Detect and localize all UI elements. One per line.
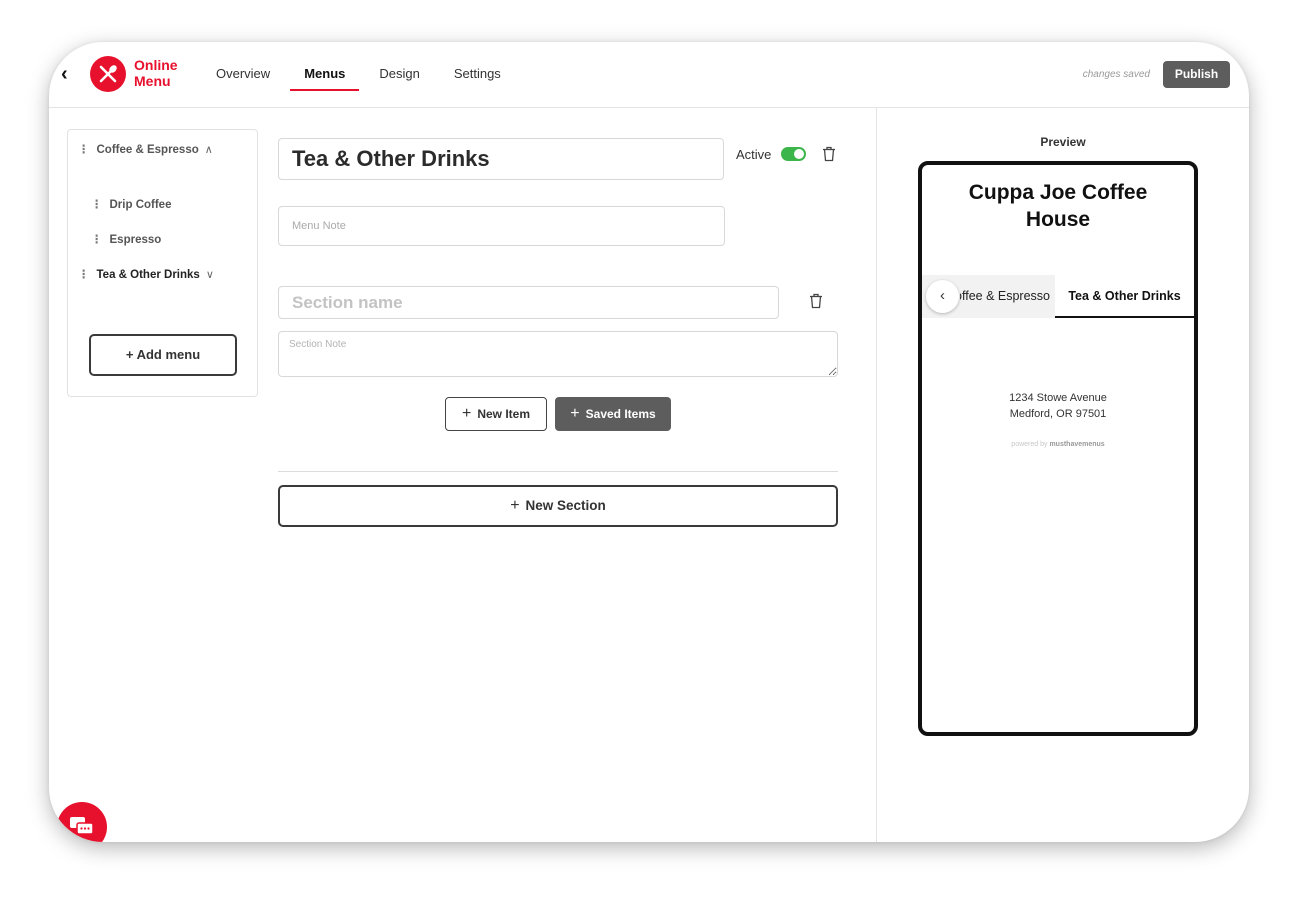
preview-menu-tabs: Coffee & Espresso Tea & Other Drinks ‹ (922, 275, 1194, 318)
menu-list-sidebar: ⋮ Coffee & Espresso ∧ ⋮ Drip Coffee ⋮ Espres… (67, 129, 258, 397)
restaurant-name: Cuppa Joe Coffee House (968, 181, 1148, 231)
powered-by-brand: musthavemenus (1049, 441, 1105, 448)
plus-icon: + (570, 405, 580, 422)
sidebar-item-label: Coffee & Espresso (96, 144, 199, 156)
active-toggle[interactable] (781, 147, 806, 161)
new-section-label: New Section (525, 498, 606, 513)
preview-tab-coffee-espresso[interactable]: Coffee & Espresso (960, 275, 1050, 318)
scroll-left-arrow-icon[interactable]: ‹ (926, 280, 959, 313)
menu-title-input[interactable] (278, 138, 724, 180)
app-window: ‹ Online Menu Overview Menus Design Sett… (49, 42, 1249, 842)
new-item-button[interactable]: + New Item (445, 397, 547, 431)
tab-design[interactable]: Design (379, 66, 419, 91)
chevron-up-icon[interactable]: ∧ (205, 144, 213, 156)
plus-icon: + (510, 497, 520, 514)
powered-by-prefix: powered by (1011, 441, 1048, 448)
active-label: Active (736, 147, 772, 162)
sidebar-item-coffee-espresso[interactable]: ⋮ Coffee & Espresso ∧ (78, 142, 213, 156)
sidebar-item-label: Tea & Other Drinks (96, 269, 200, 281)
logo-line-1: Online (134, 57, 178, 73)
sidebar-item-tea-other-drinks[interactable]: ⋮ Tea & Other Drinks ∨ (78, 267, 214, 281)
preview-tab-tea-other-drinks[interactable]: Tea & Other Drinks (1055, 275, 1194, 318)
drag-handle-icon[interactable]: ⋮ (91, 234, 103, 246)
tab-settings[interactable]: Settings (454, 66, 501, 91)
main-nav: Overview Menus Design Settings (216, 66, 535, 91)
address-line-1: 1234 Stowe Avenue (1009, 392, 1107, 404)
fork-knife-icon[interactable] (90, 56, 126, 92)
logo-line-2: Menu (134, 73, 171, 89)
sidebar-item-label: Espresso (109, 234, 162, 246)
back-chevron-icon[interactable]: ‹ (61, 64, 77, 84)
preview-label: Preview (1040, 135, 1086, 149)
preview-panel: Preview Cuppa Joe Coffee House Coffee & … (876, 108, 1249, 842)
publish-button[interactable]: Publish (1163, 61, 1230, 88)
delete-menu-trash-icon[interactable] (822, 146, 836, 167)
plus-icon: + (461, 405, 472, 422)
new-item-label: New Item (477, 407, 531, 421)
drag-handle-icon[interactable]: ⋮ (91, 199, 103, 211)
top-bar: ‹ Online Menu Overview Menus Design Sett… (49, 42, 1249, 108)
tab-overview[interactable]: Overview (216, 66, 270, 91)
saved-items-label: Saved Items (585, 407, 656, 421)
tab-menus[interactable]: Menus (290, 66, 360, 91)
section-divider (278, 471, 838, 472)
app-logo-text[interactable]: Online Menu (134, 57, 178, 89)
section-note-input[interactable] (278, 331, 838, 377)
add-menu-button[interactable]: + Add menu (89, 334, 237, 376)
phone-preview: Cuppa Joe Coffee House Coffee & Espresso… (918, 161, 1198, 736)
drag-handle-icon[interactable]: ⋮ (78, 269, 90, 281)
drag-handle-icon[interactable]: ⋮ (78, 144, 90, 156)
save-status: changes saved (1082, 69, 1150, 80)
new-section-button[interactable]: + New Section (278, 485, 838, 527)
section-name-input[interactable] (278, 286, 779, 319)
sidebar-item-drip-coffee[interactable]: ⋮ Drip Coffee (91, 197, 171, 211)
address-line-2: Medford, OR 97501 (1009, 408, 1107, 420)
delete-section-trash-icon[interactable] (809, 293, 823, 314)
sidebar-item-espresso[interactable]: ⋮ Espresso (91, 232, 161, 246)
sidebar-item-label: Drip Coffee (109, 199, 172, 211)
menu-note-input[interactable] (278, 206, 725, 246)
chevron-down-icon[interactable]: ∨ (206, 269, 214, 281)
restaurant-address: 1234 Stowe Avenue Medford, OR 97501 (922, 390, 1194, 422)
powered-by[interactable]: powered by musthavemenus (922, 441, 1194, 448)
chat-bubbles-icon[interactable] (57, 802, 107, 842)
saved-items-button[interactable]: + Saved Items (555, 397, 671, 431)
